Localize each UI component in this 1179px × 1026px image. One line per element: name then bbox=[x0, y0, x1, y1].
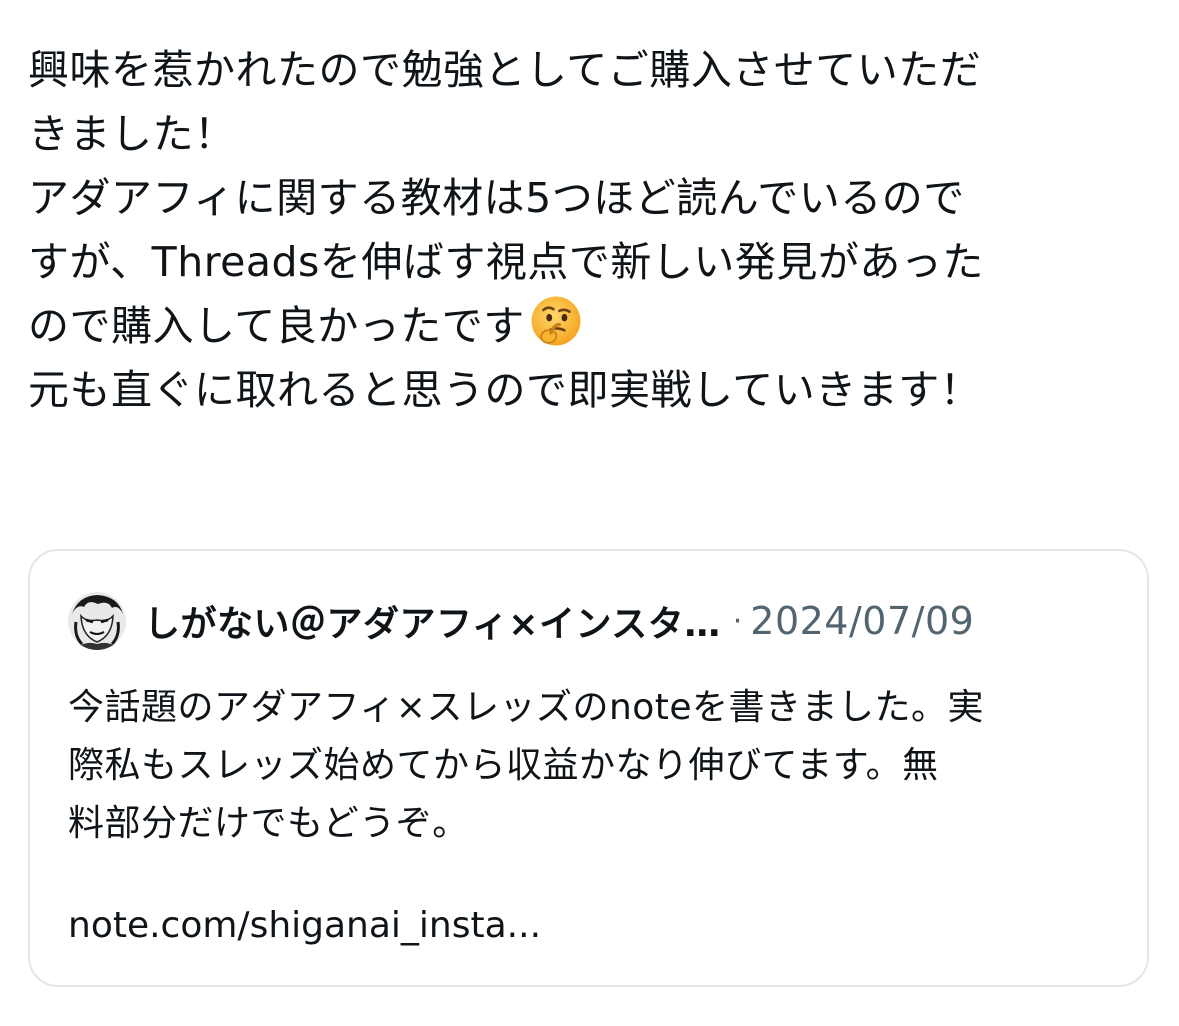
post-text-line-with-emoji: ので購入して良かったです bbox=[28, 294, 1153, 358]
post-text-line: 興味を惹かれたので勉強としてご購入させていただ bbox=[28, 46, 982, 94]
quoted-post-header: しがない＠アダアフィ×インスタ… · 2024/07/09 bbox=[68, 591, 1117, 651]
quoted-post-card[interactable]: しがない＠アダアフィ×インスタ… · 2024/07/09 今話題のアダアフィ×… bbox=[28, 549, 1149, 987]
separator-dot: · bbox=[732, 603, 743, 639]
quoted-text-line: 料部分だけでもどうぞ。 bbox=[68, 803, 469, 844]
post-text-line: アダアフィに関する教材は5つほど読んでいるので bbox=[28, 174, 965, 222]
avatar[interactable] bbox=[68, 592, 126, 650]
post-text-line: すが、Threadsを伸ばす視点で新しい発見があった bbox=[28, 238, 984, 286]
quoted-author-name[interactable]: しがない＠アダアフィ×インスタ… bbox=[144, 595, 721, 647]
post-text-line: きました！ bbox=[28, 110, 236, 158]
post-text: 興味を惹かれたので勉強としてご購入させていただ きました！ アダアフィに関する教… bbox=[28, 38, 1153, 422]
quoted-text-line: 際私もスレッズ始めてから収益かなり伸びてます。無 bbox=[68, 745, 939, 786]
quoted-text-line: 今話題のアダアフィ×スレッズのnoteを書きました。実 bbox=[68, 687, 985, 728]
quoted-post-link[interactable]: note.com/shiganai_insta... bbox=[68, 897, 541, 955]
post-text-line: 元も直ぐに取れると思うので即実戦していきます！ bbox=[28, 366, 982, 414]
quoted-post-text: 今話題のアダアフィ×スレッズのnoteを書きました。実 際私もスレッズ始めてから… bbox=[68, 679, 1128, 853]
thinking-face-icon bbox=[531, 296, 581, 346]
quoted-post-date[interactable]: 2024/07/09 bbox=[750, 599, 974, 643]
post-text-line: ので購入して良かったです bbox=[28, 302, 525, 350]
